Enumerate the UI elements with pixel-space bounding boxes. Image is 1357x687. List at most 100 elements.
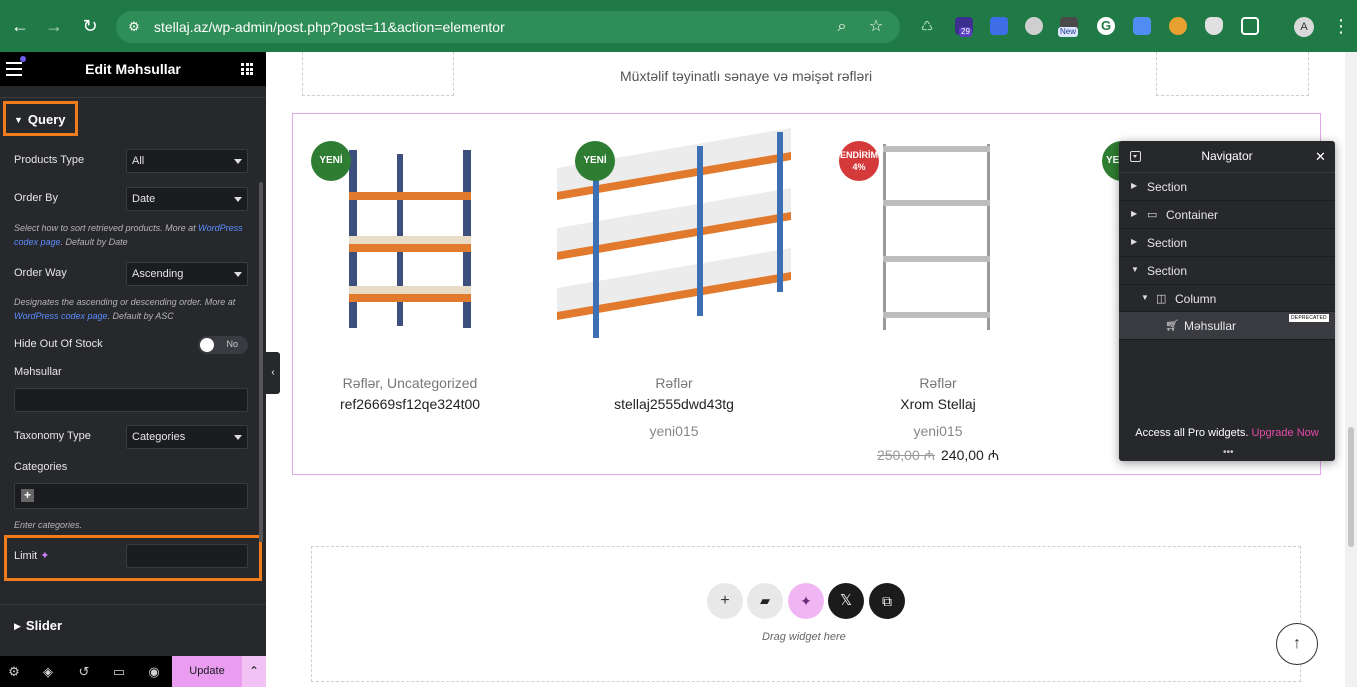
preview-eye-icon[interactable]: ◉ <box>146 664 162 680</box>
limit-label: Limit ✦ <box>14 549 50 562</box>
template-folder-icon[interactable]: ▰ <box>747 583 783 619</box>
column-icon: ◫ <box>1156 293 1167 305</box>
close-icon[interactable]: ✕ <box>1315 149 1326 165</box>
taxonomy-type-select[interactable]: Categories <box>126 425 248 449</box>
caret-right-icon: ▶ <box>14 621 21 631</box>
grammarly-extension-icon[interactable]: G <box>1097 17 1115 35</box>
mehsullar-label: Məhsullar <box>14 366 62 378</box>
zoom-icon[interactable]: ⌕ <box>832 17 852 37</box>
container-icon: ▭ <box>1147 209 1158 221</box>
navigator-item-column[interactable]: ▼ ◫ Column <box>1119 285 1335 312</box>
product-title[interactable]: stellaj2555dwd43tg <box>554 396 794 412</box>
chevron-up-icon[interactable]: ⌃ <box>242 656 266 687</box>
responsive-icon[interactable]: ▭ <box>111 664 127 680</box>
caret-right-icon[interactable]: ▶ <box>1131 237 1137 246</box>
more-dots-icon[interactable]: ••• <box>1223 447 1234 458</box>
navigator-item-section[interactable]: ▶ Section <box>1119 229 1335 257</box>
order-by-select[interactable]: Date <box>126 187 248 211</box>
forward-icon[interactable]: → <box>42 14 66 38</box>
back-icon[interactable]: ← <box>8 14 32 38</box>
x-logo-icon[interactable]: 𝕏 <box>828 583 864 619</box>
caret-down-icon: ▼ <box>14 115 23 125</box>
docs-extension-icon[interactable] <box>1133 17 1151 35</box>
new-badge: YENİ <box>575 141 615 181</box>
reload-icon[interactable]: ↻ <box>78 14 102 38</box>
navigator-title: Navigator <box>1201 149 1253 163</box>
navigator-item-section[interactable]: ▶ Section <box>1119 173 1335 201</box>
ai-sparkle-icon[interactable]: ✦ <box>788 583 824 619</box>
mehsullar-input[interactable] <box>14 388 248 412</box>
elementor-panel: Edit Məhsullar ▼ Query Products Type All … <box>0 52 266 687</box>
order-way-label: Order Way <box>14 267 67 279</box>
new-extension-icon[interactable]: New <box>1058 17 1079 37</box>
history-icon[interactable]: ↺ <box>76 664 92 680</box>
settings-gear-icon[interactable]: ⚙ <box>6 664 22 680</box>
browser-menu-icon[interactable]: ⋮ <box>1332 16 1350 36</box>
page-scrollbar[interactable] <box>1345 52 1357 687</box>
site-settings-icon[interactable]: ⚙ <box>126 19 142 35</box>
url-text[interactable]: stellaj.az/wp-admin/post.php?post=11&act… <box>154 19 505 35</box>
product-title[interactable]: ref26669sf12qe324t00 <box>290 396 530 412</box>
widgets-grid-icon[interactable] <box>241 63 253 75</box>
new-badge: YENİ <box>311 141 351 181</box>
codex-link[interactable]: WordPress codex page <box>14 311 108 321</box>
chevron-down-icon <box>234 159 242 164</box>
panel-footer: ⚙ ◈ ↺ ▭ ◉ Update ⌃ <box>0 656 266 687</box>
profile-avatar[interactable]: A <box>1294 17 1314 37</box>
product-sku: yeni015 <box>913 423 963 439</box>
product-image[interactable] <box>877 142 997 332</box>
product-price: 250,00 ₼ 240,00 ₼ <box>876 447 1000 463</box>
panel-collapse-icon[interactable]: ‹ <box>266 352 280 394</box>
empty-column[interactable] <box>1156 52 1309 96</box>
order-by-help: Select how to sort retrieved products. M… <box>14 223 243 247</box>
caret-down-icon[interactable]: ▼ <box>1131 265 1139 274</box>
navigator-header[interactable]: Navigator ✕ <box>1119 141 1335 173</box>
recycle-extension-icon[interactable]: ♺ <box>918 17 936 35</box>
panel-scrollbar[interactable] <box>259 182 263 542</box>
copy-icon[interactable]: ⧉ <box>869 583 905 619</box>
browser-toolbar: ← → ↻ ⚙ stellaj.az/wp-admin/post.php?pos… <box>0 0 1357 52</box>
update-button[interactable]: Update <box>172 656 242 687</box>
limit-input[interactable] <box>126 544 248 568</box>
upgrade-now-link[interactable]: Upgrade Now <box>1251 427 1318 439</box>
product-category[interactable]: Rəflər <box>818 375 1058 391</box>
puzzle-extensions-icon[interactable] <box>1241 17 1259 35</box>
color-extension-icon[interactable] <box>1169 17 1187 35</box>
order-way-help: Designates the ascending or descending o… <box>14 297 236 321</box>
panel-title: Edit Məhsullar <box>85 61 181 77</box>
scroll-to-top-icon[interactable]: ↑ <box>1276 623 1318 665</box>
camera-extension-icon[interactable] <box>1025 17 1043 35</box>
graduation-extension-icon[interactable]: 29 <box>955 17 973 37</box>
toggle-knob <box>200 338 214 352</box>
navigator-item-section[interactable]: ▼ Section <box>1119 257 1335 285</box>
caret-down-icon[interactable]: ▼ <box>1141 293 1149 302</box>
address-bar[interactable]: ⚙ stellaj.az/wp-admin/post.php?post=11&a… <box>116 11 900 43</box>
layers-icon[interactable]: ◈ <box>40 664 56 680</box>
deprecated-tag: DEPRECATED <box>1289 314 1329 322</box>
ai-sparkle-icon[interactable]: ✦ <box>40 549 49 562</box>
add-section-plus-icon[interactable]: + <box>707 583 743 619</box>
chevron-down-icon <box>234 435 242 440</box>
caret-right-icon[interactable]: ▶ <box>1131 181 1137 190</box>
hide-out-of-stock-toggle[interactable]: No <box>198 336 248 354</box>
shield-extension-icon[interactable] <box>1205 17 1223 35</box>
empty-column[interactable] <box>302 52 454 96</box>
caret-right-icon[interactable]: ▶ <box>1131 209 1137 218</box>
navigator-item-container[interactable]: ▶ ▭ Container <box>1119 201 1335 229</box>
order-way-select[interactable]: Ascending <box>126 262 248 286</box>
hide-out-of-stock-label: Hide Out Of Stock <box>14 338 103 350</box>
categories-input[interactable]: + <box>14 483 248 509</box>
translate-extension-icon[interactable] <box>990 17 1008 35</box>
product-category[interactable]: Rəflər <box>554 375 794 391</box>
plus-icon[interactable]: + <box>21 489 34 502</box>
slider-section-toggle[interactable]: ▶ Slider <box>14 618 62 633</box>
extension-badge: 29 <box>959 27 972 37</box>
product-category[interactable]: Rəflər, Uncategorized <box>290 375 530 391</box>
chevron-down-icon <box>234 197 242 202</box>
product-title[interactable]: Xrom Stellaj <box>818 396 1058 412</box>
cart-icon: 🛒︎ <box>1165 320 1179 332</box>
bookmark-star-icon[interactable]: ☆ <box>866 17 886 37</box>
products-type-select[interactable]: All <box>126 149 248 173</box>
query-section-toggle[interactable]: ▼ Query <box>14 112 66 127</box>
product-image[interactable] <box>335 144 485 334</box>
